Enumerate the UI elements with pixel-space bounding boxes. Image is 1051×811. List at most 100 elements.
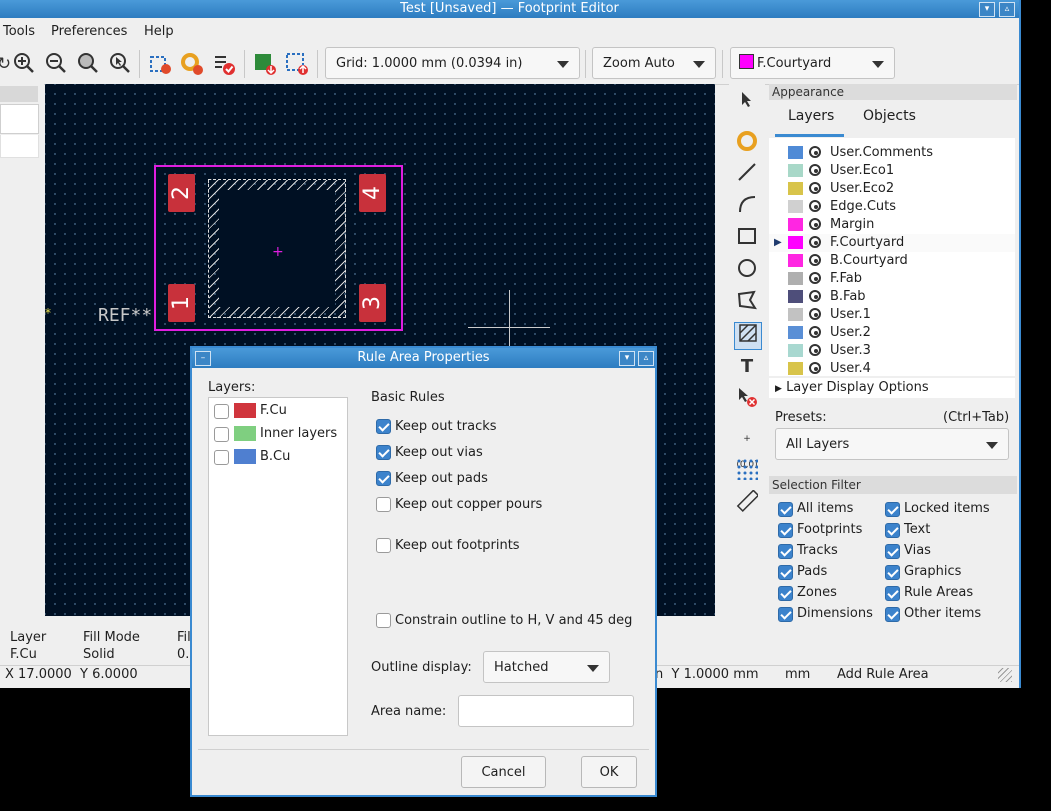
visibility-eye-icon[interactable]: [809, 164, 821, 176]
visibility-eye-icon[interactable]: [809, 272, 821, 284]
layer-color-swatch[interactable]: [788, 362, 803, 375]
visibility-eye-icon[interactable]: [809, 362, 821, 374]
layer-color-swatch[interactable]: [788, 326, 803, 339]
draw-polygon-icon[interactable]: [734, 290, 760, 316]
selection-filter-checkbox[interactable]: [885, 502, 900, 517]
rule-checkbox[interactable]: [376, 538, 391, 553]
layer-row[interactable]: ▶ F.Courtyard: [769, 234, 1015, 252]
add-rule-area-icon[interactable]: [734, 322, 762, 350]
reference-text[interactable]: REF**: [98, 305, 152, 326]
layer-color-swatch[interactable]: [788, 236, 803, 249]
load-from-board-icon[interactable]: [253, 52, 277, 76]
measure-ruler-icon[interactable]: [734, 489, 760, 516]
rule-checkbox[interactable]: [376, 497, 391, 512]
visibility-eye-icon[interactable]: [809, 200, 821, 212]
cancel-button[interactable]: Cancel: [461, 756, 546, 788]
selection-filter-checkbox[interactable]: [885, 565, 900, 580]
window-title-bar[interactable]: Test [Unsaved] — Footprint Editor ▾ ▵: [0, 0, 1019, 18]
layer-row[interactable]: User.Eco2: [769, 180, 1015, 198]
dialog-layer-checkbox[interactable]: [214, 427, 229, 442]
selection-filter-checkbox[interactable]: [778, 586, 793, 601]
layer-row[interactable]: B.Fab: [769, 288, 1015, 306]
selection-filter-checkbox[interactable]: [778, 523, 793, 538]
footprint-checker-icon[interactable]: [212, 52, 236, 76]
layer-row[interactable]: User.Comments: [769, 144, 1015, 162]
add-pad-icon[interactable]: [734, 130, 760, 156]
selection-filter-checkbox[interactable]: [778, 565, 793, 580]
visibility-eye-icon[interactable]: [809, 326, 821, 338]
visibility-eye-icon[interactable]: [809, 182, 821, 194]
visibility-eye-icon[interactable]: [809, 344, 821, 356]
pad-1[interactable]: 1: [168, 284, 195, 322]
layer-row[interactable]: User.Eco1: [769, 162, 1015, 180]
layer-row[interactable]: User.2: [769, 324, 1015, 342]
draw-arc-icon[interactable]: [734, 194, 760, 220]
resize-grip-icon[interactable]: [998, 668, 1012, 682]
layer-color-swatch[interactable]: [788, 146, 803, 159]
rule-checkbox[interactable]: [376, 445, 391, 460]
pad-3[interactable]: 3: [359, 284, 386, 322]
selection-filter-checkbox[interactable]: [778, 607, 793, 622]
layer-row[interactable]: User.4: [769, 360, 1015, 376]
delete-tool-icon[interactable]: [734, 386, 760, 412]
layer-display-options-toggle[interactable]: ▶ Layer Display Options: [769, 378, 1015, 398]
constrain-outline-checkbox[interactable]: [376, 613, 391, 628]
select-arrow-icon[interactable]: [734, 90, 760, 116]
draw-line-icon[interactable]: [734, 162, 760, 188]
zoom-selection-icon[interactable]: [108, 52, 132, 76]
window-maximize-button[interactable]: ▵: [999, 2, 1015, 17]
pad-4[interactable]: 4: [359, 174, 386, 212]
add-text-icon[interactable]: T: [734, 354, 760, 380]
visibility-eye-icon[interactable]: [809, 308, 821, 320]
dialog-menu-button[interactable]: –: [195, 351, 211, 366]
visibility-eye-icon[interactable]: [809, 254, 821, 266]
visibility-eye-icon[interactable]: [809, 290, 821, 302]
dialog-minimize-button[interactable]: ▾: [619, 351, 635, 366]
layer-row[interactable]: F.Fab: [769, 270, 1015, 288]
layer-color-swatch[interactable]: [788, 182, 803, 195]
layer-color-swatch[interactable]: [788, 200, 803, 213]
layer-color-swatch[interactable]: [788, 290, 803, 303]
rule-checkbox[interactable]: [376, 471, 391, 486]
layer-color-swatch[interactable]: [788, 344, 803, 357]
footprint-properties-icon[interactable]: [148, 52, 172, 76]
selection-filter-checkbox[interactable]: [885, 586, 900, 601]
zoom-out-icon[interactable]: [44, 52, 68, 76]
dialog-maximize-button[interactable]: ▵: [638, 351, 654, 366]
presets-select[interactable]: All Layers: [775, 428, 1009, 460]
dialog-layer-checkbox[interactable]: [214, 404, 229, 419]
menu-preferences[interactable]: Preferences: [51, 24, 127, 39]
layer-row[interactable]: Edge.Cuts: [769, 198, 1015, 216]
layer-row[interactable]: User.1: [769, 306, 1015, 324]
grid-origin-icon[interactable]: [734, 458, 760, 484]
visibility-eye-icon[interactable]: [809, 146, 821, 158]
dialog-title-bar[interactable]: – Rule Area Properties ▾ ▵: [192, 348, 655, 368]
dialog-layer-checkbox[interactable]: [214, 450, 229, 465]
insert-into-board-icon[interactable]: [285, 52, 309, 76]
menu-tools[interactable]: Tools: [3, 24, 35, 39]
pad-properties-icon[interactable]: [180, 52, 204, 76]
draw-circle-icon[interactable]: [734, 258, 760, 284]
zoom-in-icon[interactable]: [12, 52, 36, 76]
grid-select[interactable]: Grid: 1.0000 mm (0.0394 in): [325, 47, 580, 79]
layer-color-swatch[interactable]: [788, 272, 803, 285]
menu-help[interactable]: Help: [144, 24, 174, 39]
draw-rectangle-icon[interactable]: [734, 226, 760, 252]
tab-objects[interactable]: Objects: [863, 108, 916, 124]
visibility-eye-icon[interactable]: [809, 236, 821, 248]
selection-filter-checkbox[interactable]: [885, 523, 900, 538]
layer-row[interactable]: User.3: [769, 342, 1015, 360]
selection-filter-checkbox[interactable]: [885, 607, 900, 622]
selection-filter-checkbox[interactable]: [778, 502, 793, 517]
window-menu-button[interactable]: ▾: [979, 2, 995, 17]
zoom-select[interactable]: Zoom Auto: [592, 47, 716, 79]
layer-select[interactable]: F.Courtyard: [730, 47, 895, 79]
zoom-fit-icon[interactable]: [76, 52, 100, 76]
properties-search-input[interactable]: [0, 104, 39, 134]
ok-button[interactable]: OK: [581, 756, 637, 788]
layer-color-swatch[interactable]: [788, 218, 803, 231]
layer-color-swatch[interactable]: [788, 254, 803, 267]
outline-display-select[interactable]: Hatched: [483, 651, 610, 683]
pad-2[interactable]: 2: [168, 174, 195, 212]
rule-checkbox[interactable]: [376, 419, 391, 434]
